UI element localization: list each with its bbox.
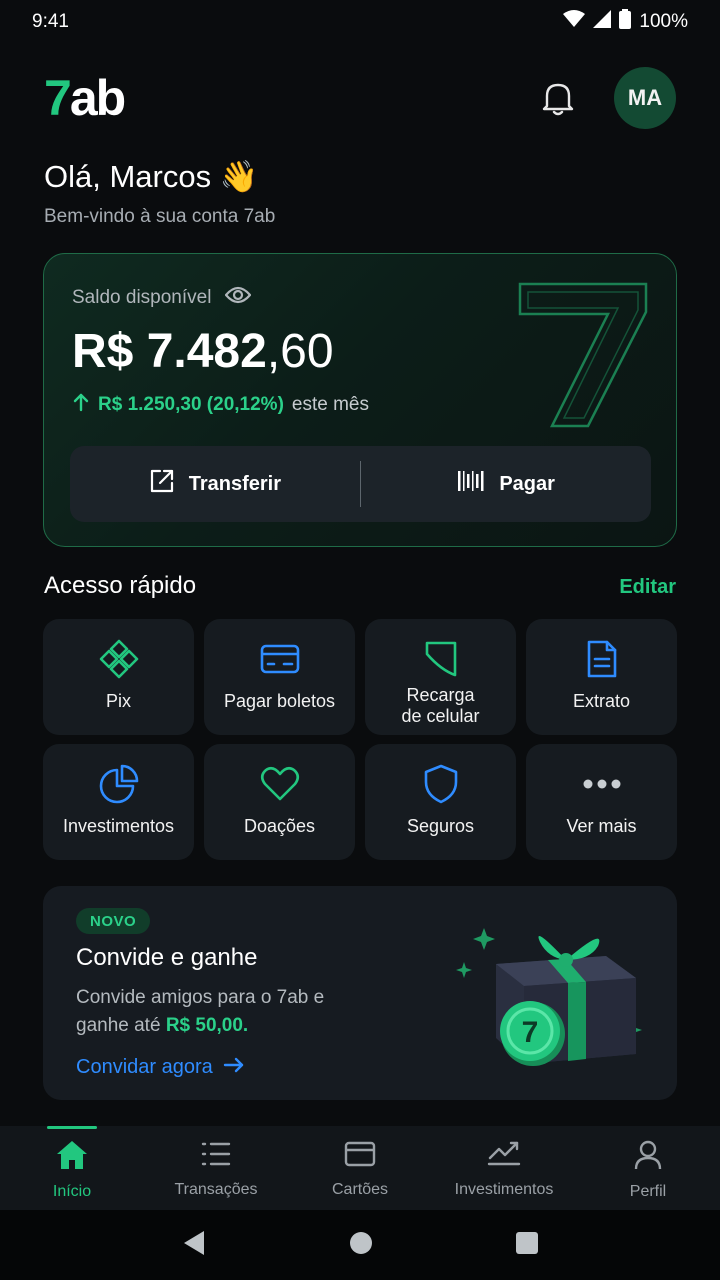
eye-icon[interactable] <box>224 286 252 310</box>
greeting-title: Olá, Marcos 👋 <box>44 159 259 194</box>
phone-recharge-label-line2: de celular <box>401 706 480 726</box>
phone-recharge-label: Recarga de celular <box>401 685 479 727</box>
insurance-label: Seguros <box>406 816 475 836</box>
chart-icon <box>487 1140 521 1173</box>
coin-label: 7 <box>522 1016 539 1049</box>
pay-bills-label: Pagar boletos <box>223 691 336 711</box>
more-label: Ver mais <box>566 816 637 836</box>
nav-cards-label: Cartões <box>331 1181 389 1198</box>
gift-illustration-icon: 7 <box>456 928 642 1066</box>
more-icon <box>582 764 622 804</box>
quick-access-grid: Pix Pagar boletos Recarga de celular Ext… <box>43 619 677 860</box>
recents-icon[interactable] <box>516 1231 539 1259</box>
quick-access-pay-bills[interactable]: Pagar boletos <box>204 619 355 735</box>
phone-recharge-label-line1: Recarga <box>406 685 475 705</box>
monthly-change-suffix: este mês <box>291 394 369 415</box>
barcode-icon <box>457 469 485 499</box>
list-icon <box>201 1140 231 1173</box>
document-icon <box>582 639 622 679</box>
promo-text-highlight: R$ 50,00. <box>165 1015 249 1036</box>
balance-amount-cents: ,60 <box>266 325 334 378</box>
pay-label: Pagar <box>499 472 555 495</box>
nav-transactions[interactable]: Transações <box>144 1126 288 1210</box>
greeting-subtitle: Bem-vindo à sua conta 7ab <box>44 206 276 227</box>
app-logo: 7ab <box>44 69 126 127</box>
battery-icon <box>619 9 632 35</box>
logo-seven: 7 <box>44 70 72 126</box>
status-icons: 100% <box>563 9 688 35</box>
header-actions: MA <box>538 67 676 129</box>
arrow-right-icon <box>223 1056 245 1079</box>
nav-cards[interactable]: Cartões <box>288 1126 432 1210</box>
pix-icon <box>99 639 139 679</box>
pie-chart-icon <box>99 764 139 804</box>
invite-now-link[interactable]: Convidar agora <box>76 1056 245 1079</box>
transfer-label: Transferir <box>188 472 281 495</box>
invite-now-label: Convidar agora <box>76 1056 213 1078</box>
card-icon <box>260 639 300 679</box>
balance-actions: Transferir Pagar <box>70 446 651 522</box>
battery-percent: 100% <box>639 11 688 32</box>
promo-text: Convide amigos para o 7ab e ganhe até R$… <box>76 984 376 1040</box>
logo-ab: ab <box>69 70 126 126</box>
quick-access-insurance[interactable]: Seguros <box>365 744 516 860</box>
transfer-button[interactable]: Transferir <box>70 446 360 522</box>
nav-investments-label: Investimentos <box>454 1181 554 1198</box>
nav-investments[interactable]: Investimentos <box>432 1126 576 1210</box>
quick-access-more[interactable]: Ver mais <box>526 744 677 860</box>
investments-label: Investimentos <box>62 816 175 836</box>
back-icon[interactable] <box>182 1230 206 1261</box>
balance-amount: R$ 7.482,60 <box>72 324 334 379</box>
seven-watermark-icon <box>518 282 648 428</box>
referral-promo-card[interactable]: NOVO Convide e ganhe Convide amigos para… <box>43 886 677 1100</box>
balance-label: Saldo disponível <box>72 287 212 308</box>
balance-card: Saldo disponível R$ 7.482,60 R$ 1.250,30… <box>43 253 677 547</box>
nav-profile-label: Perfil <box>629 1183 667 1200</box>
new-badge: NOVO <box>76 908 151 934</box>
card-icon <box>344 1140 376 1173</box>
heart-icon <box>260 764 300 804</box>
home-circle-icon[interactable] <box>349 1231 373 1260</box>
nav-home-label: Início <box>52 1183 92 1200</box>
quick-access-pix[interactable]: Pix <box>43 619 194 735</box>
balance-label-row: Saldo disponível <box>72 286 252 310</box>
quick-access-investments[interactable]: Investimentos <box>43 744 194 860</box>
system-navigation-bar <box>0 1210 720 1280</box>
promo-title: Convide e ganhe <box>76 944 258 971</box>
status-time: 9:41 <box>32 11 69 32</box>
bottom-navigation: Início Transações Cartões Investimentos <box>0 1126 720 1210</box>
notifications-bell-icon[interactable] <box>538 78 578 118</box>
quick-access-donations[interactable]: Doações <box>204 744 355 860</box>
quick-access-title: Acesso rápido <box>44 572 197 599</box>
phone-recharge-icon <box>421 639 461 679</box>
status-bar: 9:41 100% <box>0 0 720 44</box>
avatar[interactable]: MA <box>614 67 676 129</box>
active-tab-indicator <box>47 1126 97 1129</box>
app-header: 7ab MA <box>44 66 676 130</box>
monthly-change-value: R$ 1.250,30 (20,12%) <box>98 394 284 415</box>
monthly-change: R$ 1.250,30 (20,12%) este mês <box>72 392 369 418</box>
donations-label: Doações <box>243 816 316 836</box>
wifi-icon <box>563 10 586 34</box>
quick-access-statement[interactable]: Extrato <box>526 619 677 735</box>
user-icon <box>634 1140 662 1175</box>
nav-transactions-label: Transações <box>174 1181 258 1198</box>
pay-button[interactable]: Pagar <box>361 446 651 522</box>
arrow-up-icon <box>72 392 90 418</box>
pix-label: Pix <box>105 691 131 711</box>
quick-access-phone-recharge[interactable]: Recarga de celular <box>365 619 516 735</box>
transfer-icon <box>149 468 175 500</box>
nav-profile[interactable]: Perfil <box>576 1126 720 1210</box>
shield-icon <box>421 764 461 804</box>
home-icon <box>56 1140 88 1175</box>
statement-label: Extrato <box>572 691 631 711</box>
signal-icon <box>593 10 612 34</box>
edit-quick-access-link[interactable]: Editar <box>619 576 676 599</box>
balance-amount-integer: R$ 7.482 <box>72 325 267 378</box>
nav-home[interactable]: Início <box>0 1126 144 1210</box>
logo-text: 7ab <box>44 69 126 127</box>
